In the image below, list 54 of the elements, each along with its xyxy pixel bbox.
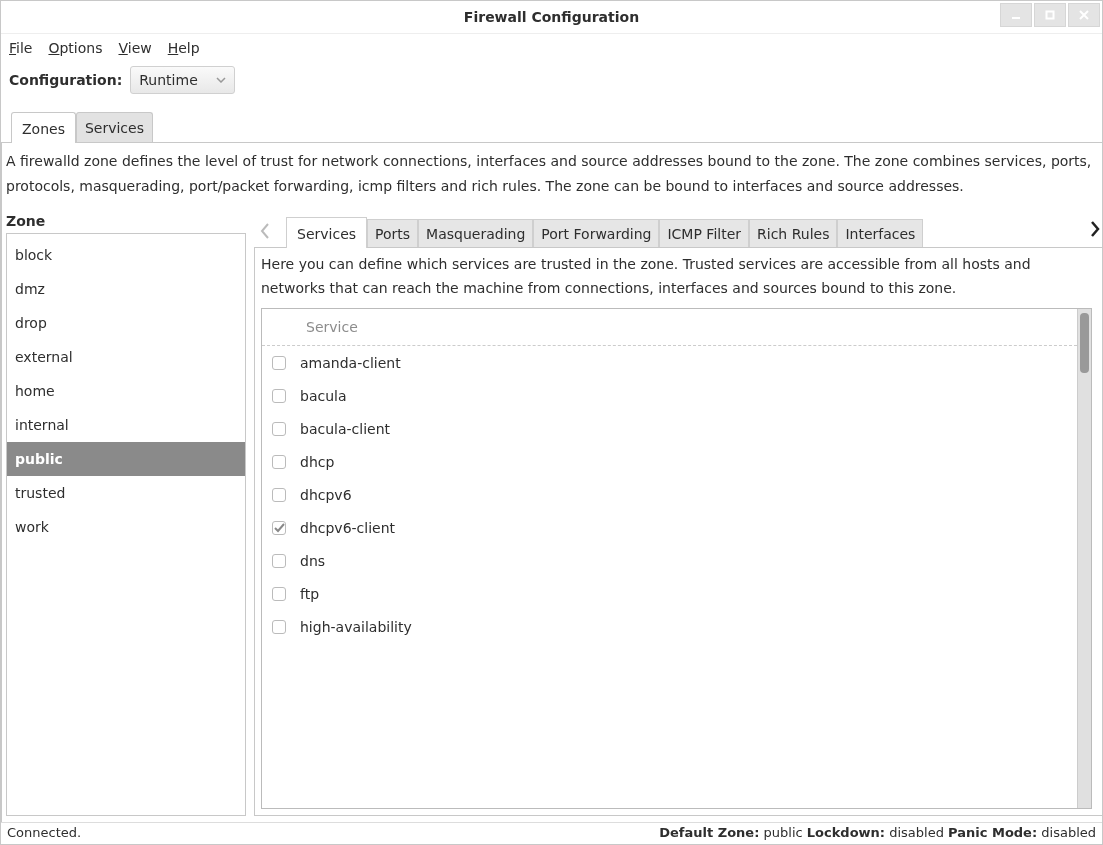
zone-tab[interactable]: Ports — [367, 219, 419, 248]
zone-item[interactable]: drop — [7, 306, 245, 340]
checkbox[interactable] — [272, 388, 286, 403]
zone-tab[interactable]: Masquerading — [418, 219, 534, 248]
service-name: dhcpv6-client — [300, 519, 396, 536]
service-name: dhcpv6 — [300, 486, 352, 503]
zone-heading: Zone — [6, 213, 47, 231]
menu-item[interactable]: View — [118, 40, 152, 56]
service-name: bacula-client — [300, 420, 390, 437]
chevron-down-icon — [215, 77, 226, 83]
scrollbar[interactable] — [1077, 309, 1091, 808]
zone-item[interactable]: external — [7, 340, 245, 374]
zone-item[interactable]: dmz — [7, 272, 245, 306]
service-name: high-availability — [300, 618, 412, 635]
checkbox[interactable] — [272, 454, 286, 469]
chevron-left-icon[interactable] — [258, 221, 272, 241]
menu-item[interactable]: File — [9, 40, 33, 56]
connection-status: Connected. — [7, 825, 82, 840]
service-name: dns — [300, 552, 326, 569]
zone-item[interactable]: work — [7, 510, 245, 544]
checkbox[interactable] — [272, 487, 286, 502]
zone-item[interactable]: block — [7, 238, 245, 272]
zone-item[interactable]: trusted — [7, 476, 245, 510]
configuration-dropdown[interactable]: Runtime — [130, 66, 235, 94]
zone-item[interactable]: internal — [7, 408, 245, 442]
service-name: ftp — [300, 585, 320, 602]
services-description: Here you can define which services are trusted in the zone. Trusted services are accessible from all hosts and networks that can reach the machine from connections, interfaces and sources bound to this zone. — [261, 255, 1032, 298]
checkbox[interactable] — [272, 553, 286, 568]
zone-item[interactable]: home — [7, 374, 245, 408]
zone-tab[interactable]: Services — [286, 217, 368, 248]
status-summary: Default Zone: public Lockdown: disabled Panic Mode: disabled — [659, 825, 1096, 840]
window-title: Firewall Configuration — [463, 9, 640, 25]
menu-item[interactable]: Help — [167, 40, 200, 56]
zone-tab[interactable]: ICMP Filter — [659, 219, 750, 248]
zone-tab[interactable]: Interfaces — [837, 219, 924, 248]
service-name: dhcp — [300, 453, 335, 470]
zones-description: A firewalld zone defines the level of trust for network connections, interfaces and source addresses bound to the zone. The zone combines services, ports, protocols, masquerading, port/packet forwarding, icmp filters and rich rules. The zone can be bound to interfaces and source addresses. — [6, 152, 1093, 196]
service-name: bacula — [300, 387, 347, 404]
menu-item[interactable]: Options — [48, 40, 103, 56]
maximize-icon[interactable] — [1034, 3, 1066, 27]
zone-tab[interactable]: Port Forwarding — [533, 219, 660, 248]
close-icon[interactable] — [1068, 3, 1100, 27]
chevron-right-icon[interactable] — [1088, 219, 1102, 239]
checkbox[interactable] — [272, 586, 286, 601]
tab[interactable]: Services — [75, 112, 153, 143]
zone-tab[interactable]: Rich Rules — [749, 219, 838, 248]
tab[interactable]: Zones — [11, 112, 76, 143]
checkbox[interactable] — [272, 355, 286, 370]
service-name: amanda-client — [300, 354, 401, 371]
minimize-icon[interactable] — [1000, 3, 1032, 27]
checkbox[interactable] — [272, 619, 286, 634]
checkbox[interactable] — [272, 520, 286, 535]
checkbox[interactable] — [272, 421, 286, 436]
configuration-label: Configuration: — [9, 72, 123, 88]
